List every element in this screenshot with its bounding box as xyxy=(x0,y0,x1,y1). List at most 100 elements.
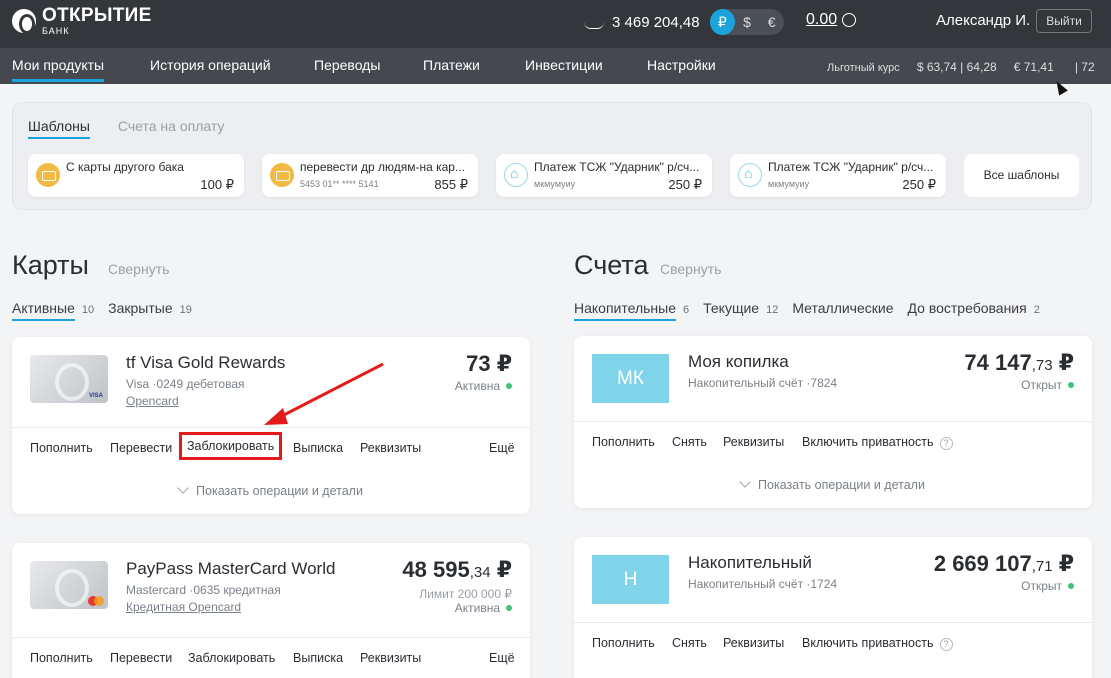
card-item[interactable]: VISA tf Visa Gold Rewards Visa ·0249 деб… xyxy=(12,337,530,514)
statement-button[interactable]: Выписка xyxy=(293,651,343,665)
nav-history[interactable]: История операций xyxy=(150,57,271,73)
tab-closed-cards[interactable]: Закрытые 19 xyxy=(108,300,192,321)
requisites-button[interactable]: Реквизиты xyxy=(360,651,421,665)
balance-int: 74 147 xyxy=(964,350,1032,375)
logout-button[interactable]: Выйти xyxy=(1036,9,1092,33)
rate-usd: $ 63,74 | 64,28 xyxy=(916,60,997,74)
tab-current[interactable]: Текущие 12 xyxy=(703,300,778,321)
template-amount: 100 ₽ xyxy=(200,177,234,192)
privacy-toggle[interactable]: Включить приватность? xyxy=(802,636,953,651)
tab-templates[interactable]: Шаблоны xyxy=(28,118,90,139)
nav-my-products[interactable]: Мои продукты xyxy=(12,57,105,82)
details-label: Показать операции и детали xyxy=(196,484,363,498)
exchange-rates: Льготный курс $ 63,74 | 64,28 € 71,41 | … xyxy=(827,60,1095,74)
templates-panel: Шаблоны Счета на оплату С карты другого … xyxy=(12,102,1092,210)
card-icon xyxy=(36,163,60,187)
balance-currency: ₽ xyxy=(1052,350,1074,375)
more-button[interactable]: Ещё xyxy=(489,651,515,665)
account-desc: Накопительный счёт ·7824 xyxy=(688,376,838,390)
rates-label: Льготный курс xyxy=(827,62,900,74)
balance-currency: ₽ xyxy=(490,557,512,582)
cards-collapse-link[interactable]: Свернуть xyxy=(108,261,169,277)
all-templates-button[interactable]: Все шаблоны xyxy=(964,154,1079,197)
requisites-button[interactable]: Реквизиты xyxy=(723,636,784,650)
account-item[interactable]: МК Моя копилка Накопительный счёт ·7824 … xyxy=(574,336,1092,508)
card-desc: Mastercard ·0635 кредитная xyxy=(126,583,281,597)
privacy-label: Включить приватность xyxy=(802,435,934,449)
coin-icon xyxy=(842,13,857,27)
privacy-toggle[interactable]: Включить приватность? xyxy=(802,435,953,450)
template-card[interactable]: Платеж ТСЖ "Ударник" р/сч... мкмумуиу 25… xyxy=(730,154,946,197)
requisites-button[interactable]: Реквизиты xyxy=(723,435,784,449)
topup-button[interactable]: Пополнить xyxy=(30,651,93,665)
show-details-link[interactable]: Показать операции и детали xyxy=(574,476,1092,492)
logo-name: ОТКРЫТИЕ xyxy=(42,5,152,26)
tab-label: Закрытые xyxy=(108,300,173,316)
account-name[interactable]: Накопительный xyxy=(688,553,812,573)
topup-button[interactable]: Пополнить xyxy=(592,636,655,650)
topup-button[interactable]: Пополнить xyxy=(592,435,655,449)
logo-subtitle: БАНК xyxy=(42,26,70,36)
privacy-label: Включить приватность xyxy=(802,636,934,650)
transfer-button[interactable]: Перевести xyxy=(110,441,172,455)
balance-int: 73 xyxy=(466,351,491,376)
balance-currency: ₽ xyxy=(1052,551,1074,576)
account-desc: Накопительный счёт ·1724 xyxy=(688,577,838,591)
block-card-button[interactable]: Заблокировать xyxy=(179,432,283,460)
card-name[interactable]: tf Visa Gold Rewards xyxy=(126,353,285,373)
requisites-button[interactable]: Реквизиты xyxy=(360,441,421,455)
account-item[interactable]: Н Накопительный Накопительный счёт ·1724… xyxy=(574,537,1092,678)
tab-count: 6 xyxy=(683,304,690,316)
transfer-button[interactable]: Перевести xyxy=(110,651,172,665)
tab-demand[interactable]: До востребования 2 xyxy=(908,300,1040,321)
tab-metal[interactable]: Металлические xyxy=(792,300,893,321)
template-name: перевести др людям-на кар... xyxy=(300,160,465,174)
help-icon[interactable]: ? xyxy=(939,437,953,450)
tab-active-cards[interactable]: Активные 10 xyxy=(12,300,94,321)
topup-button[interactable]: Пополнить xyxy=(30,441,93,455)
tab-label: Активные xyxy=(12,300,75,321)
template-card[interactable]: перевести др людям-на кар... 5453 01** *… xyxy=(262,154,478,197)
account-avatar: Н xyxy=(592,555,669,604)
card-name[interactable]: PayPass MasterCard World xyxy=(126,559,335,579)
bank-logo[interactable]: ОТКРЫТИЕ БАНК xyxy=(12,6,152,36)
statement-button[interactable]: Выписка xyxy=(293,441,343,455)
help-icon[interactable]: ? xyxy=(939,638,953,651)
template-card[interactable]: С карты другого бака 100 ₽ xyxy=(28,154,244,197)
home-icon xyxy=(504,163,528,187)
template-amount: 250 ₽ xyxy=(668,177,702,192)
nav-investments[interactable]: Инвестиции xyxy=(525,57,603,73)
accounts-collapse-link[interactable]: Свернуть xyxy=(660,261,721,277)
template-name: Платеж ТСЖ "Ударник" р/сч... xyxy=(534,160,700,174)
withdraw-button[interactable]: Снять xyxy=(672,435,707,449)
nav-transfers[interactable]: Переводы xyxy=(314,57,380,73)
nav-settings[interactable]: Настройки xyxy=(647,57,716,73)
card-status: Активна xyxy=(455,601,512,615)
cards-title: Карты xyxy=(12,250,89,280)
account-balance: 2 669 107,71 ₽ xyxy=(934,551,1074,577)
bonus-balance[interactable]: 0.00 xyxy=(806,11,857,29)
template-name: С карты другого бака xyxy=(66,160,184,174)
balance-frac: ,34 xyxy=(469,564,491,581)
more-button[interactable]: Ещё xyxy=(489,441,515,455)
currency-rub[interactable]: ₽ xyxy=(710,9,735,35)
withdraw-button[interactable]: Снять xyxy=(672,636,707,650)
card-program-link[interactable]: Opencard xyxy=(126,394,179,408)
card-program-link[interactable]: Кредитная Opencard xyxy=(126,600,241,614)
hide-balance-icon[interactable] xyxy=(584,18,604,29)
tab-invoices[interactable]: Счета на оплату xyxy=(118,118,225,139)
visa-logo: VISA xyxy=(88,393,103,399)
nav-payments[interactable]: Платежи xyxy=(423,57,480,73)
balance-int: 48 595 xyxy=(402,557,470,582)
currency-usd[interactable]: $ xyxy=(735,9,760,35)
total-balance: 3 469 204,48 xyxy=(584,14,700,31)
mastercard-icon xyxy=(88,596,104,606)
show-details-link[interactable]: Показать операции и детали xyxy=(12,482,530,498)
currency-eur[interactable]: € xyxy=(759,9,784,35)
user-name[interactable]: Александр И. xyxy=(936,12,1030,29)
tab-savings[interactable]: Накопительные 6 xyxy=(574,300,689,321)
account-name[interactable]: Моя копилка xyxy=(688,352,789,372)
template-card[interactable]: Платеж ТСЖ "Ударник" р/сч... мкмумуиу 25… xyxy=(496,154,712,197)
card-item[interactable]: PayPass MasterCard World Mastercard ·063… xyxy=(12,543,530,678)
block-card-button[interactable]: Заблокировать xyxy=(188,651,275,665)
